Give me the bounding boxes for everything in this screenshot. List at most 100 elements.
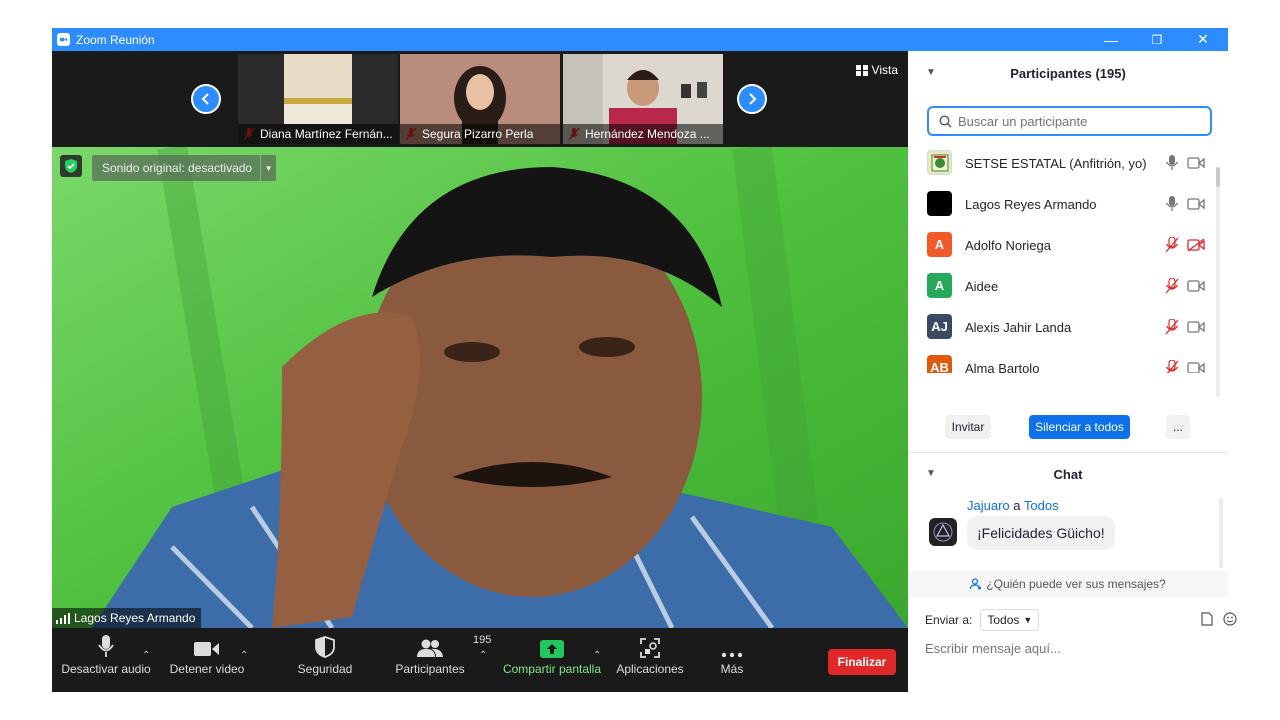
mic-on-icon[interactable] bbox=[1165, 155, 1179, 171]
camera-on-icon[interactable] bbox=[1187, 197, 1205, 211]
camera-on-icon[interactable] bbox=[1187, 320, 1205, 334]
restore-button[interactable]: ❐ bbox=[1134, 28, 1180, 51]
chat-message-bubble[interactable]: ¡Felicidades Güicho! bbox=[967, 516, 1115, 550]
search-icon bbox=[939, 114, 952, 127]
participants-header: ▼ Participantes (195) bbox=[908, 51, 1228, 95]
video-options-chevron-icon[interactable]: ⌃ bbox=[240, 650, 248, 661]
participant-search-input[interactable] bbox=[958, 113, 1198, 129]
participant-row[interactable]: A Aidee bbox=[908, 266, 1218, 307]
grid-view-icon bbox=[855, 64, 868, 76]
chevron-down-icon[interactable]: ▼ bbox=[260, 155, 276, 181]
prev-page-button[interactable] bbox=[191, 84, 221, 114]
thumbnail-video[interactable]: Segura Pizarro Perla bbox=[400, 54, 560, 144]
send-to-label: Enviar a: bbox=[925, 613, 973, 627]
window-title: Zoom Reunión bbox=[76, 32, 155, 47]
message-visibility-label: ¿Quién puede ver sus mensajes? bbox=[986, 577, 1166, 591]
chat-sender[interactable]: Jajuaro bbox=[967, 498, 1010, 513]
file-icon[interactable] bbox=[1199, 611, 1215, 627]
chat-header: ▼ Chat bbox=[908, 452, 1228, 496]
participants-options-chevron-icon[interactable]: ⌃ bbox=[479, 650, 487, 661]
mute-audio-label: Desactivar audio bbox=[61, 662, 151, 676]
stop-video-button[interactable]: Detener video bbox=[164, 628, 250, 692]
original-sound-label: Sonido original: desactivado bbox=[102, 161, 253, 175]
security-button[interactable]: Seguridad bbox=[292, 628, 358, 692]
participants-more-button[interactable]: ... bbox=[1166, 415, 1190, 439]
participants-button[interactable]: 195 Participantes bbox=[392, 628, 491, 692]
avatar: AB bbox=[927, 355, 952, 373]
active-speaker-video[interactable]: Sonido original: desactivado ▼ Lagos Rey… bbox=[52, 147, 908, 628]
share-screen-button[interactable]: Compartir pantalla bbox=[500, 628, 604, 692]
avatar bbox=[929, 518, 957, 546]
participant-row[interactable]: Lagos Reyes Armando bbox=[908, 184, 1218, 225]
participants-list: SETSE ESTATAL (Anfitrión, yo) Lagos Reye… bbox=[908, 143, 1228, 373]
message-visibility-link[interactable]: ¿Quién puede ver sus mensajes? bbox=[908, 571, 1228, 597]
mic-muted-icon[interactable] bbox=[1165, 278, 1179, 294]
audio-options-chevron-icon[interactable]: ⌃ bbox=[142, 650, 150, 661]
chevron-right-icon bbox=[749, 93, 757, 105]
mute-audio-button[interactable]: Desactivar audio bbox=[61, 628, 151, 692]
chevron-left-icon bbox=[201, 93, 209, 105]
share-options-chevron-icon[interactable]: ⌃ bbox=[593, 650, 601, 661]
avatar bbox=[927, 191, 952, 216]
speaker-name: Lagos Reyes Armando bbox=[74, 611, 196, 625]
stop-video-label: Detener video bbox=[169, 662, 245, 676]
meeting-toolbar: Desactivar audio ⌃ Detener video ⌃ Segur… bbox=[52, 628, 908, 692]
avatar: A bbox=[927, 273, 952, 298]
end-meeting-button[interactable]: Finalizar bbox=[828, 649, 896, 675]
apps-button[interactable]: Aplicaciones bbox=[614, 628, 686, 692]
camera-on-icon[interactable] bbox=[1187, 279, 1205, 293]
view-label: Vista bbox=[871, 63, 898, 77]
chat-message-input[interactable] bbox=[925, 641, 1215, 656]
more-dots-icon bbox=[721, 652, 743, 658]
participant-row[interactable]: SETSE ESTATAL (Anfitrión, yo) bbox=[908, 143, 1218, 184]
chat-connector: a bbox=[1013, 498, 1021, 513]
collapse-chevron-icon[interactable]: ▼ bbox=[926, 67, 936, 78]
participant-name: Alexis Jahir Landa bbox=[965, 320, 1072, 335]
mic-muted-icon[interactable] bbox=[1165, 319, 1179, 335]
mic-muted-icon[interactable] bbox=[1165, 237, 1179, 253]
more-button[interactable]: Más bbox=[712, 628, 752, 692]
encryption-shield-icon[interactable] bbox=[60, 155, 82, 177]
participants-scrollbar[interactable] bbox=[1216, 167, 1220, 397]
security-shield-icon bbox=[315, 636, 335, 658]
participant-row[interactable]: AJ Alexis Jahir Landa bbox=[908, 307, 1218, 348]
avatar: AJ bbox=[927, 314, 952, 339]
zoom-window: Zoom Reunión — ❐ ✕ Diana Martínez Fernán… bbox=[52, 28, 1237, 692]
participant-row[interactable]: A Adolfo Noriega bbox=[908, 225, 1218, 266]
camera-off-icon[interactable] bbox=[1187, 238, 1205, 252]
title-bar: Zoom Reunión — ❐ ✕ bbox=[52, 28, 1228, 51]
invite-button[interactable]: Invitar bbox=[945, 415, 991, 439]
camera-on-icon[interactable] bbox=[1187, 156, 1205, 170]
participant-name: Alma Bartolo bbox=[965, 361, 1040, 373]
send-to-select[interactable]: Todos ▼ bbox=[980, 609, 1040, 631]
camera-on-icon[interactable] bbox=[1187, 361, 1205, 373]
apps-label: Aplicaciones bbox=[616, 662, 684, 676]
mute-all-button[interactable]: Silenciar a todos bbox=[1029, 415, 1130, 439]
view-button[interactable]: Vista bbox=[852, 60, 902, 80]
collapse-chevron-icon[interactable]: ▼ bbox=[926, 468, 936, 479]
chat-scrollbar[interactable] bbox=[1219, 498, 1223, 568]
signal-bars-icon bbox=[56, 612, 70, 624]
emoji-icon[interactable] bbox=[1222, 611, 1238, 627]
participants-icon bbox=[417, 639, 443, 657]
mic-muted-icon[interactable] bbox=[1165, 360, 1179, 373]
participant-row[interactable]: AB Alma Bartolo bbox=[908, 348, 1218, 373]
side-panel: ▼ Participantes (195) SETSE ESTATAL (Anf… bbox=[908, 51, 1237, 692]
more-label: Más bbox=[720, 662, 744, 676]
thumbnail-video[interactable]: Hernández Mendoza ... bbox=[563, 54, 723, 144]
next-page-button[interactable] bbox=[737, 84, 767, 114]
chat-sender-line: Jajuaro a Todos bbox=[967, 498, 1059, 513]
thumbnail-video[interactable]: Diana Martínez Fernán... bbox=[238, 54, 398, 144]
participant-name: Adolfo Noriega bbox=[965, 238, 1051, 253]
apps-icon bbox=[640, 638, 660, 658]
thumbnail-strip: Diana Martínez Fernán... Segura Pizarro … bbox=[52, 51, 908, 146]
chat-recipient[interactable]: Todos bbox=[1024, 498, 1059, 513]
participants-title: Participantes (195) bbox=[1010, 65, 1126, 81]
mic-on-icon[interactable] bbox=[1165, 196, 1179, 212]
original-sound-toggle[interactable]: Sonido original: desactivado ▼ bbox=[92, 155, 277, 181]
chevron-down-icon: ▼ bbox=[1023, 615, 1033, 625]
participant-search-box[interactable] bbox=[927, 106, 1212, 136]
participants-count-badge: 195 bbox=[473, 634, 492, 646]
minimize-button[interactable]: — bbox=[1088, 28, 1134, 51]
close-button[interactable]: ✕ bbox=[1180, 28, 1226, 51]
